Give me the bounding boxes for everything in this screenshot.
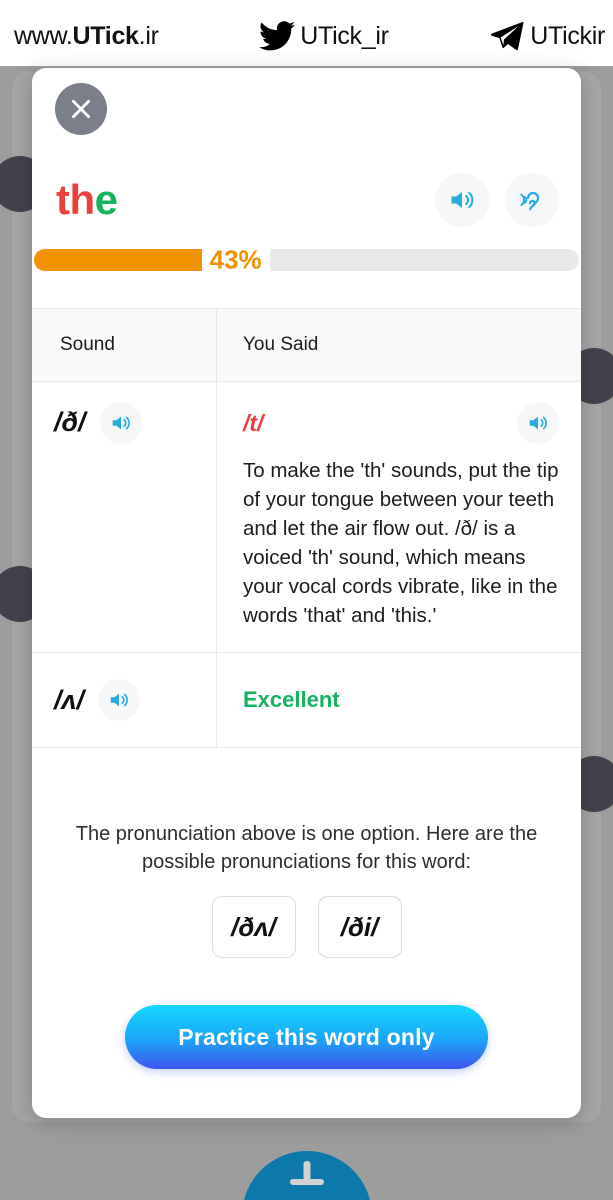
word-red-segment: th	[56, 176, 95, 223]
close-icon	[72, 100, 90, 118]
pronunciation-options: /ðʌ/ /ði/	[32, 896, 581, 958]
play-sound-button[interactable]	[99, 402, 142, 444]
microphone-fab[interactable]	[242, 1151, 372, 1200]
column-header-you-said: You Said	[243, 334, 319, 355]
play-word-button[interactable]	[435, 173, 489, 227]
close-button[interactable]	[55, 83, 107, 135]
sound-ipa: /ð/	[54, 407, 86, 437]
speaker-icon	[112, 416, 130, 430]
microphone-icon-stem	[303, 1161, 311, 1181]
twitter-icon	[259, 21, 296, 51]
word-green-segment: e	[94, 176, 118, 223]
word-title: the	[56, 179, 118, 221]
speaker-icon	[451, 191, 474, 209]
table-header-row: Sound You Said	[32, 308, 581, 382]
twitter-watermark: UTick_ir	[259, 21, 389, 51]
word-header: the	[32, 164, 581, 236]
sound-cell: /ʌ/	[32, 653, 217, 747]
word-action-buttons	[435, 173, 559, 227]
play-sound-button[interactable]	[98, 679, 141, 721]
speaker-icon	[529, 416, 547, 430]
screen: www.UTick.ir UTick_ir UTickir the 43% So…	[0, 0, 613, 1200]
practice-word-button[interactable]: Practice this word only	[125, 1005, 488, 1069]
pronunciation-option-chip[interactable]: /ði/	[317, 896, 402, 958]
telegram-watermark: UTickir	[489, 21, 605, 51]
listen-word-button[interactable]	[505, 173, 559, 227]
you-said-line: /t/	[243, 402, 559, 444]
table-row: /ð/ /t/ To make the 'th' sounds, put the…	[32, 382, 581, 653]
website-watermark: www.UTick.ir	[14, 22, 159, 51]
speaker-icon	[110, 693, 129, 707]
you-said-ipa: /t/	[243, 409, 264, 436]
microphone-icon-base	[290, 1179, 324, 1185]
website-prefix: www.	[14, 21, 73, 50]
pronunciation-option-chip[interactable]: /ðʌ/	[211, 896, 296, 958]
telegram-handle: UTickir	[530, 21, 605, 50]
telegram-icon	[489, 21, 525, 51]
twitter-handle: UTick_ir	[300, 21, 389, 50]
pronunciation-explanation: To make the 'th' sounds, put the tip of …	[243, 459, 559, 627]
play-you-said-button[interactable]	[517, 402, 559, 444]
watermark-banner: www.UTick.ir UTick_ir UTickir	[0, 0, 613, 72]
sounds-table: Sound You Said /ð/ /t/ To make the 'th' …	[32, 308, 581, 748]
pronunciation-note: The pronunciation above is one option. H…	[75, 823, 538, 873]
progress-label: 43%	[201, 244, 270, 276]
verdict-badge: Excellent	[243, 687, 340, 712]
sound-cell: /ð/	[32, 382, 217, 652]
progress-section: 43%	[32, 244, 581, 276]
sound-ipa: /ʌ/	[54, 685, 85, 715]
you-said-cell: Excellent	[217, 653, 581, 747]
you-said-cell: /t/ To make the 'th' sounds, put the tip…	[217, 382, 581, 652]
ear-icon	[520, 191, 540, 211]
progress-track: 43%	[34, 244, 579, 276]
table-row: /ʌ/ Excellent	[32, 653, 581, 748]
column-header-sound: Sound	[32, 309, 217, 381]
website-name: UTick	[72, 21, 139, 50]
website-tld: .ir	[138, 21, 159, 50]
word-result-modal: the 43% Sound You Said /ð/ /t/ To make t…	[32, 68, 581, 1118]
